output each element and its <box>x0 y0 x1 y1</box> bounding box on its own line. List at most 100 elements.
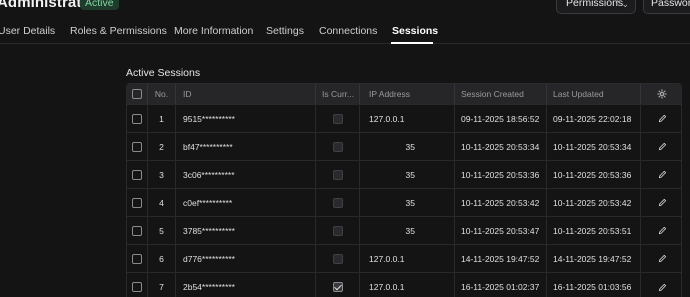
is-current-checkbox <box>332 169 343 180</box>
is-current-checkbox <box>332 113 343 124</box>
row-checkbox[interactable] <box>132 141 142 152</box>
select-all-checkbox[interactable] <box>132 89 142 99</box>
session-created: 09-11-2025 18:56:52 <box>454 105 546 132</box>
edit-pencil-icon[interactable] <box>640 273 681 297</box>
edit-pencil-icon[interactable] <box>640 189 681 216</box>
session-created: 10-11-2025 20:53:36 <box>454 161 546 188</box>
column-header-ip-address[interactable]: IP Address <box>359 84 454 104</box>
tab-bar: User Details Roles & Permissions More In… <box>0 20 690 44</box>
ip-address: 127.0.0.1 <box>359 245 454 272</box>
session-created: 10-11-2025 20:53:42 <box>454 189 546 216</box>
last-updated: 09-11-2025 22:02:18 <box>546 105 640 132</box>
column-header-id[interactable]: ID <box>175 84 315 104</box>
column-header-is-current[interactable]: Is Curr... <box>315 84 359 104</box>
session-id: 3c06********** <box>175 161 315 188</box>
row-checkbox[interactable] <box>132 169 142 180</box>
session-created: 14-11-2025 19:47:52 <box>454 245 546 272</box>
row-select-cell <box>127 133 147 160</box>
row-checkbox[interactable] <box>132 197 142 208</box>
ip-address: 35 <box>359 133 454 160</box>
tab-more-information[interactable]: More Information <box>174 25 253 37</box>
table-header: No. ID Is Curr... IP Address Session Cre… <box>127 84 681 105</box>
sessions-table: No. ID Is Curr... IP Address Session Cre… <box>126 83 682 297</box>
session-created: 10-11-2025 20:53:47 <box>454 217 546 244</box>
is-current-checkbox <box>332 225 343 236</box>
last-updated: 16-11-2025 01:03:56 <box>546 273 640 297</box>
session-id: d776********** <box>175 245 315 272</box>
password-button[interactable]: Password <box>643 0 690 14</box>
is-current-checkbox <box>332 197 343 208</box>
is-current-cell <box>315 133 359 160</box>
session-id: c0ef********** <box>175 189 315 216</box>
table-row: 6 d776********** 127.0.0.1 14-11-2025 19… <box>127 245 681 273</box>
page-header: Administrator Active Permissions ⌃⌄ Pass… <box>0 0 690 20</box>
tab-roles-permissions[interactable]: Roles & Permissions <box>70 25 167 37</box>
session-id: 9515********** <box>175 105 315 132</box>
last-updated: 10-11-2025 20:53:51 <box>546 217 640 244</box>
ip-address: 35 <box>359 161 454 188</box>
edit-pencil-icon[interactable] <box>640 217 681 244</box>
last-updated: 10-11-2025 20:53:34 <box>546 133 640 160</box>
ip-address: 35 <box>359 217 454 244</box>
row-checkbox[interactable] <box>132 113 142 124</box>
table-row: 3 3c06********** 35 10-11-2025 20:53:36 … <box>127 161 681 189</box>
is-current-cell <box>315 105 359 132</box>
session-created: 10-11-2025 20:53:34 <box>454 133 546 160</box>
row-number: 5 <box>147 217 175 244</box>
row-select-cell <box>127 161 147 188</box>
row-number: 2 <box>147 133 175 160</box>
column-header-last-updated[interactable]: Last Updated <box>546 84 640 104</box>
session-id: bf47********** <box>175 133 315 160</box>
table-row: 1 9515********** 127.0.0.1 09-11-2025 18… <box>127 105 681 133</box>
row-number: 3 <box>147 161 175 188</box>
tab-settings[interactable]: Settings <box>266 25 304 37</box>
row-number: 7 <box>147 273 175 297</box>
ip-address: 127.0.0.1 <box>359 105 454 132</box>
row-checkbox[interactable] <box>132 253 142 264</box>
section-title: Active Sessions <box>126 67 201 79</box>
is-current-checkbox <box>332 253 343 264</box>
row-number: 6 <box>147 245 175 272</box>
column-header-no[interactable]: No. <box>147 84 175 104</box>
tab-sessions[interactable]: Sessions <box>392 25 438 37</box>
table-row: 7 2b54********** 127.0.0.1 16-11-2025 01… <box>127 273 681 297</box>
is-current-cell <box>315 273 359 297</box>
permissions-select[interactable]: Permissions ⌃⌄ <box>556 0 636 14</box>
row-number: 4 <box>147 189 175 216</box>
row-checkbox[interactable] <box>132 282 142 292</box>
is-current-cell <box>315 245 359 272</box>
edit-pencil-icon[interactable] <box>640 133 681 160</box>
edit-pencil-icon[interactable] <box>640 245 681 272</box>
row-number: 1 <box>147 105 175 132</box>
active-tab-indicator <box>391 42 433 44</box>
edit-pencil-icon[interactable] <box>640 161 681 188</box>
is-current-checkbox-checked <box>332 282 343 292</box>
tab-connections[interactable]: Connections <box>319 25 377 37</box>
table-row: 2 bf47********** 35 10-11-2025 20:53:34 … <box>127 133 681 161</box>
session-id: 3785********** <box>175 217 315 244</box>
row-select-cell <box>127 105 147 132</box>
status-badge: Active <box>80 0 119 10</box>
tab-user-details[interactable]: User Details <box>0 25 55 37</box>
is-current-cell <box>315 161 359 188</box>
last-updated: 14-11-2025 19:47:52 <box>546 245 640 272</box>
is-current-checkbox <box>332 141 343 152</box>
row-checkbox[interactable] <box>132 225 142 236</box>
is-current-cell <box>315 217 359 244</box>
last-updated: 10-11-2025 20:53:42 <box>546 189 640 216</box>
select-all-cell <box>127 84 147 104</box>
ip-address: 35 <box>359 189 454 216</box>
session-created: 16-11-2025 01:02:37 <box>454 273 546 297</box>
column-settings-icon[interactable] <box>640 84 681 104</box>
last-updated: 10-11-2025 20:53:36 <box>546 161 640 188</box>
session-id: 2b54********** <box>175 273 315 297</box>
column-header-session-created[interactable]: Session Created <box>454 84 546 104</box>
row-select-cell <box>127 217 147 244</box>
edit-pencil-icon[interactable] <box>640 105 681 132</box>
chevron-up-down-icon: ⌃⌄ <box>613 0 629 9</box>
row-select-cell <box>127 273 147 297</box>
table-row: 4 c0ef********** 35 10-11-2025 20:53:42 … <box>127 189 681 217</box>
table-row: 5 3785********** 35 10-11-2025 20:53:47 … <box>127 217 681 245</box>
row-select-cell <box>127 189 147 216</box>
is-current-cell <box>315 189 359 216</box>
